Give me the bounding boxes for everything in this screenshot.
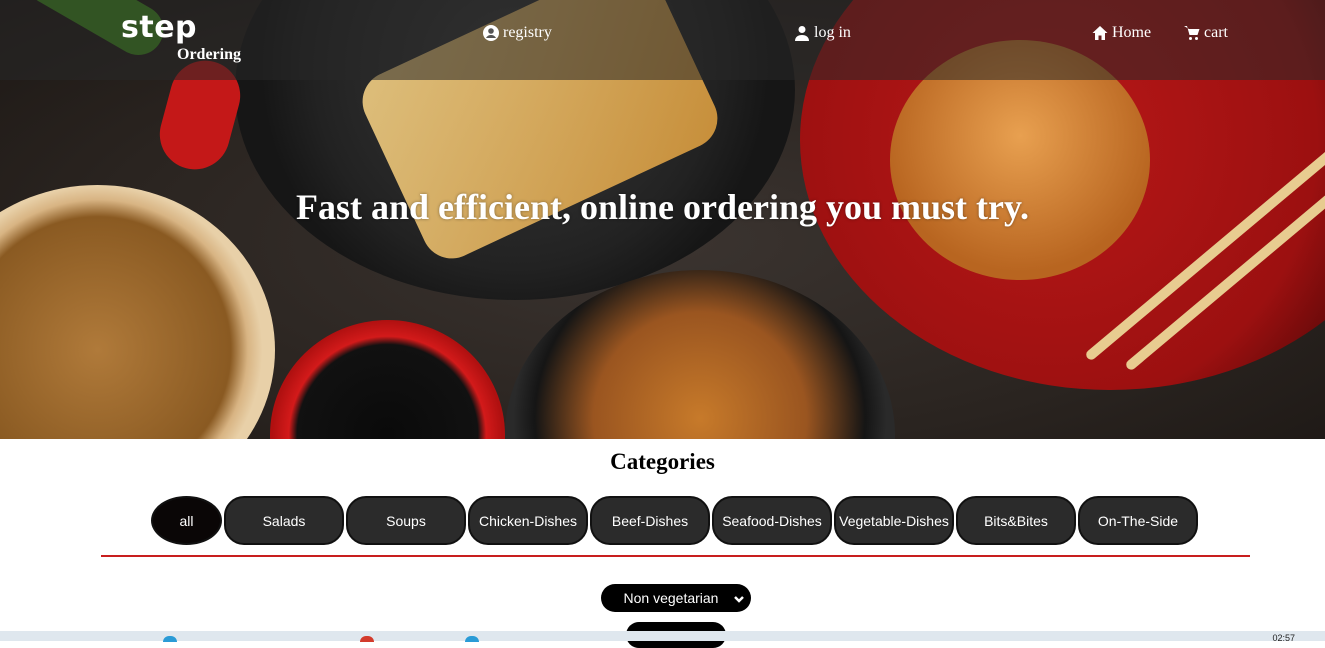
taskbar-clock: 02:57 bbox=[1272, 633, 1295, 643]
nav-login-label: log in bbox=[814, 24, 851, 41]
diet-filter-value: Non vegetarian bbox=[623, 590, 719, 606]
category-buttons: all Salads Soups Chicken-Dishes Beef-Dis… bbox=[151, 496, 1198, 545]
category-salads-button[interactable]: Salads bbox=[224, 496, 344, 545]
os-taskbar bbox=[0, 631, 1325, 641]
category-soups-button[interactable]: Soups bbox=[346, 496, 466, 545]
nav-registry[interactable]: registry bbox=[483, 24, 552, 42]
diet-filter-select[interactable]: Non vegetarian bbox=[601, 584, 751, 612]
category-bits-bites-button[interactable]: Bits&Bites bbox=[956, 496, 1076, 545]
taskbar-browser-icon[interactable] bbox=[360, 636, 374, 642]
section-divider bbox=[101, 555, 1250, 557]
logo-subtitle: Ordering bbox=[177, 46, 241, 63]
category-seafood-dishes-button[interactable]: Seafood-Dishes bbox=[712, 496, 832, 545]
hero-banner: step Ordering registry log in Home cart … bbox=[0, 0, 1325, 439]
category-chicken-dishes-button[interactable]: Chicken-Dishes bbox=[468, 496, 588, 545]
chevron-down-icon bbox=[733, 592, 745, 604]
logo[interactable]: step bbox=[121, 10, 197, 45]
cart-icon bbox=[1184, 26, 1200, 40]
taskbar-app-icon[interactable] bbox=[163, 636, 177, 642]
user-icon bbox=[795, 26, 809, 41]
taskbar-folder-icon[interactable] bbox=[465, 636, 479, 642]
category-all-button[interactable]: all bbox=[151, 496, 222, 545]
category-on-the-side-button[interactable]: On-The-Side bbox=[1078, 496, 1198, 545]
nav-registry-label: registry bbox=[503, 24, 552, 41]
nav-home[interactable]: Home bbox=[1092, 24, 1151, 42]
categories-heading: Categories bbox=[610, 449, 715, 474]
nav-home-label: Home bbox=[1112, 24, 1152, 41]
nav-login[interactable]: log in bbox=[794, 24, 851, 42]
bowl-sauce bbox=[270, 320, 505, 439]
nav-cart-label: cart bbox=[1204, 24, 1228, 41]
user-circle-icon bbox=[483, 25, 499, 41]
nav-cart[interactable]: cart bbox=[1184, 24, 1228, 42]
category-beef-dishes-button[interactable]: Beef-Dishes bbox=[590, 496, 710, 545]
home-icon bbox=[1092, 26, 1108, 40]
category-vegetable-dishes-button[interactable]: Vegetable-Dishes bbox=[834, 496, 954, 545]
hero-title: Fast and efficient, online ordering you … bbox=[296, 187, 1029, 227]
